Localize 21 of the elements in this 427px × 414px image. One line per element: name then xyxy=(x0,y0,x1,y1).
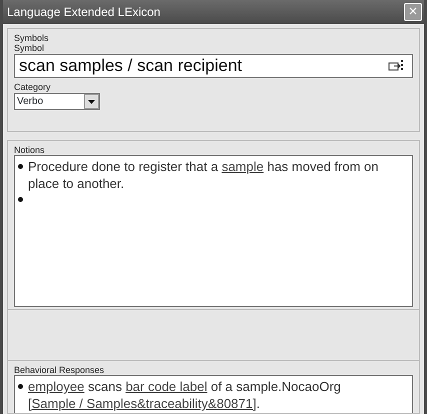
group-legend: Notions xyxy=(14,145,413,155)
bullet-icon xyxy=(18,384,23,389)
window-title: Language Extended LExicon xyxy=(7,4,160,21)
picker-icon[interactable] xyxy=(388,59,404,73)
symbol-field[interactable]: scan samples / scan recipient xyxy=(14,54,413,78)
group-legend: Behavioral Responses xyxy=(14,365,413,375)
text-area[interactable]: Procedure done to register that a sample has moved from on place to another. xyxy=(14,155,413,307)
group-legend: Symbols xyxy=(14,33,413,43)
list-item-text: employee scans bar code label of a sample.NocaoOrg [Sample / Samples&traceability&80871]. xyxy=(28,378,342,412)
bullet-icon xyxy=(18,164,23,169)
list-item-text: Procedure done to register that a sample has moved from on place to another. xyxy=(28,158,380,192)
category-dropdown[interactable]: Verbo xyxy=(14,93,100,110)
term-link[interactable]: [Sample / Samples&traceability&80871] xyxy=(28,396,256,411)
bullet-icon xyxy=(18,197,23,202)
field-label: Category xyxy=(14,82,52,93)
term-link[interactable]: bar code label xyxy=(126,379,208,394)
term-link[interactable]: employee xyxy=(28,379,84,394)
term-link[interactable]: sample xyxy=(222,159,264,174)
text-area[interactable]: employee scans bar code label of a sample.NocaoOrg [Sample / Samples&traceability&80871]. xyxy=(14,375,413,413)
caret-icon xyxy=(88,100,95,104)
field-label: Symbol xyxy=(14,43,46,54)
